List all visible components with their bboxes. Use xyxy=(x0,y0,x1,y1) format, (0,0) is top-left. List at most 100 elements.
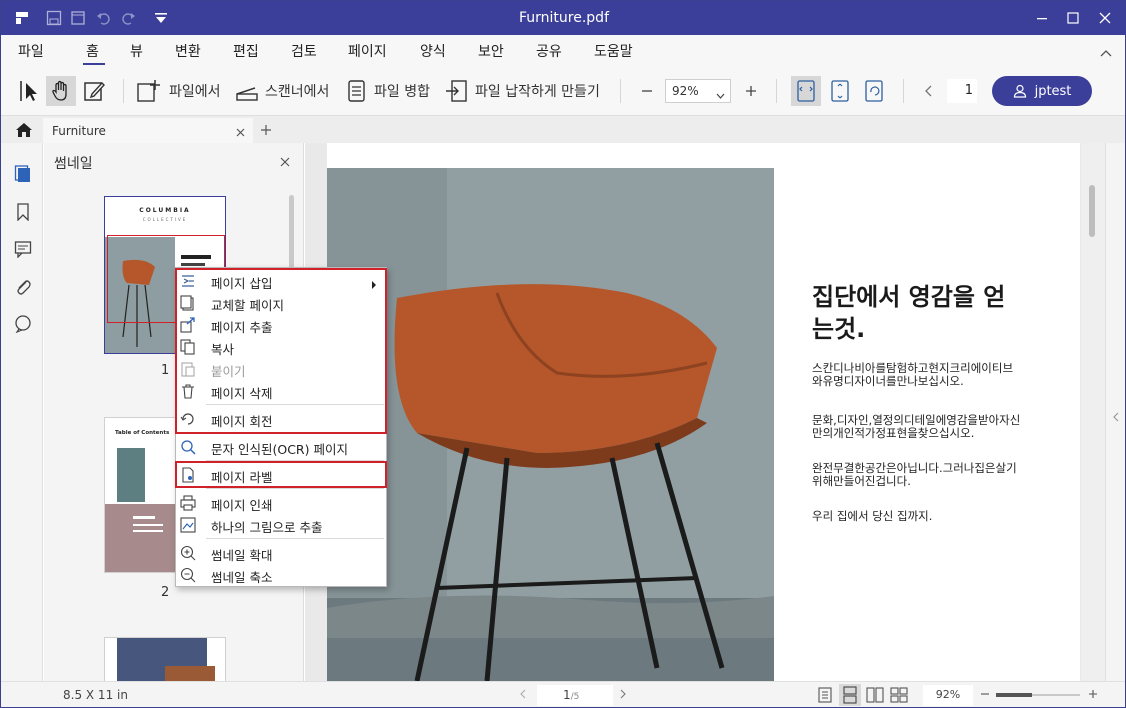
left-rail xyxy=(1,143,43,681)
document-tab[interactable]: Furniture xyxy=(43,118,253,144)
new-tab-icon[interactable] xyxy=(259,123,273,137)
menu-separator xyxy=(206,538,384,539)
chair-photo xyxy=(327,168,774,681)
thumbnail-page-3[interactable] xyxy=(104,637,226,681)
menu-edit[interactable]: 편집 xyxy=(233,41,259,61)
menu-print-page[interactable]: 페이지 인쇄 xyxy=(176,492,386,514)
right-panel-toggle[interactable] xyxy=(1105,143,1125,681)
toolbar: 파일에서 스캔너에서 파일 병합 파일 납작하게 만들기 92% 1 jptes… xyxy=(1,67,1125,115)
zoom-out-icon[interactable] xyxy=(639,83,655,99)
status-zoom-in-icon[interactable] xyxy=(1088,688,1098,702)
chevron-left-icon[interactable] xyxy=(1112,407,1120,426)
zoom-in-circle-icon xyxy=(180,545,196,561)
from-file-label[interactable]: 파일에서 xyxy=(169,81,221,101)
menu-convert[interactable]: 변환 xyxy=(175,41,201,61)
zoom-select[interactable]: 92% xyxy=(665,79,731,103)
thumb-text-line xyxy=(133,530,163,532)
toolbar-separator xyxy=(620,79,621,103)
menu-ocr-page[interactable]: 문자 인식된(OCR) 페이지 xyxy=(176,436,386,458)
create-from-file-icon[interactable] xyxy=(136,78,162,104)
search-bubble-icon[interactable] xyxy=(14,315,32,334)
user-account-button[interactable]: jptest xyxy=(992,76,1092,106)
home-icon[interactable] xyxy=(15,121,33,139)
zoom-value: 92% xyxy=(672,84,699,98)
document-paragraph-1: 스칸디나비아를탐험하고현지크리에이티브와유명디자이너를만나보십시오. xyxy=(812,361,1014,388)
menu-view[interactable]: 뷰 xyxy=(130,41,143,61)
grid-view-icon[interactable] xyxy=(890,687,908,706)
zoom-slider-track[interactable] xyxy=(996,693,1080,697)
comment-icon[interactable] xyxy=(14,240,32,259)
menu-review[interactable]: 검토 xyxy=(291,41,317,61)
minimize-icon[interactable] xyxy=(1025,1,1058,35)
from-scanner-label[interactable]: 스캔너에서 xyxy=(265,81,329,101)
single-page-view-icon[interactable] xyxy=(818,687,832,706)
close-panel-icon[interactable] xyxy=(279,156,291,168)
menu-extract-image[interactable]: 하나의 그림으로 추출 xyxy=(176,514,386,536)
menu-security[interactable]: 보안 xyxy=(478,41,504,61)
close-window-icon[interactable] xyxy=(1088,1,1121,35)
merge-label[interactable]: 파일 병합 xyxy=(374,81,430,101)
fit-width-icon[interactable] xyxy=(791,76,821,106)
document-tab-bar: Furniture xyxy=(1,115,1125,144)
menu-form[interactable]: 양식 xyxy=(420,41,446,61)
merge-files-icon[interactable] xyxy=(345,78,369,104)
menu-bar: 파일 홈 뷰 변환 편집 검토 페이지 양식 보안 공유 도움말 xyxy=(1,35,1125,67)
ocr-icon xyxy=(180,439,196,455)
thumb-toc-title: Table of Contents xyxy=(115,430,170,436)
thumb-toc-image xyxy=(117,448,145,502)
title-bar: Furniture.pdf xyxy=(1,1,1125,35)
print-icon xyxy=(180,495,196,511)
highlight-page-operations xyxy=(175,268,387,434)
select-tool-icon[interactable] xyxy=(15,77,43,105)
status-zoom-value[interactable]: 92% xyxy=(923,685,973,706)
document-scrollbar[interactable] xyxy=(1081,143,1105,681)
thumb-subtitle: COLLECTIVE xyxy=(142,217,188,222)
status-current-page: 1 xyxy=(563,688,571,702)
thumbnail-scrollbar[interactable] xyxy=(289,195,294,275)
document-scrollbar-thumb[interactable] xyxy=(1089,185,1095,237)
previous-page-icon[interactable] xyxy=(920,83,936,99)
zoom-out-circle-icon xyxy=(180,567,196,583)
menu-share[interactable]: 공유 xyxy=(536,41,562,61)
toolbar-separator xyxy=(123,79,124,103)
thumbnails-icon[interactable] xyxy=(14,165,32,183)
close-tab-icon[interactable] xyxy=(236,126,245,140)
thumb-text-line xyxy=(133,524,163,526)
active-menu-indicator xyxy=(83,63,105,65)
flatten-icon[interactable] xyxy=(444,78,470,104)
maximize-icon[interactable] xyxy=(1056,1,1089,35)
rotate-view-icon[interactable] xyxy=(859,76,889,106)
document-paragraph-3: 완전무결한공간은아닙니다.그러나집은살기위해만들어진겁니다. xyxy=(812,461,1017,488)
status-prev-page-icon[interactable] xyxy=(520,688,526,702)
thumbnail-panel-title: 썸네일 xyxy=(54,156,93,172)
flatten-label[interactable]: 파일 납작하게 만들기 xyxy=(475,81,600,101)
status-total-pages: /5 xyxy=(570,692,580,702)
menu-file[interactable]: 파일 xyxy=(18,41,44,61)
continuous-view-icon[interactable] xyxy=(839,684,861,706)
bookmark-icon[interactable] xyxy=(14,203,32,222)
menu-home[interactable]: 홈 xyxy=(86,41,99,61)
status-bar: 8.5 X 11 in 1/5 92% xyxy=(1,681,1125,707)
status-page-indicator[interactable]: 1/5 xyxy=(537,685,613,706)
thumb-page3-photo xyxy=(165,666,215,681)
collapse-ribbon-icon[interactable] xyxy=(1099,47,1113,59)
menu-page[interactable]: 페이지 xyxy=(348,41,387,61)
two-page-view-icon[interactable] xyxy=(866,687,884,706)
menu-help[interactable]: 도움말 xyxy=(594,41,633,61)
zoom-in-icon[interactable] xyxy=(743,83,759,99)
user-icon xyxy=(1013,84,1026,98)
scanner-icon[interactable] xyxy=(234,78,260,104)
attachment-icon[interactable] xyxy=(14,278,32,296)
chevron-down-icon xyxy=(716,88,725,102)
page-size-label: 8.5 X 11 in xyxy=(63,688,128,702)
menu-thumbnail-zoom-in[interactable]: 썸네일 확대 xyxy=(176,542,386,564)
zoom-slider-fill[interactable] xyxy=(996,693,1032,697)
status-next-page-icon[interactable] xyxy=(620,688,626,702)
hand-tool-icon[interactable] xyxy=(46,76,76,106)
page-number-input[interactable]: 1 xyxy=(947,79,977,103)
menu-thumbnail-zoom-out[interactable]: 썸네일 축소 xyxy=(176,564,386,586)
status-zoom-out-icon[interactable] xyxy=(980,688,990,702)
edit-tool-icon[interactable] xyxy=(80,77,108,105)
thumb-text-line xyxy=(133,516,155,519)
fit-page-icon[interactable] xyxy=(825,76,855,106)
